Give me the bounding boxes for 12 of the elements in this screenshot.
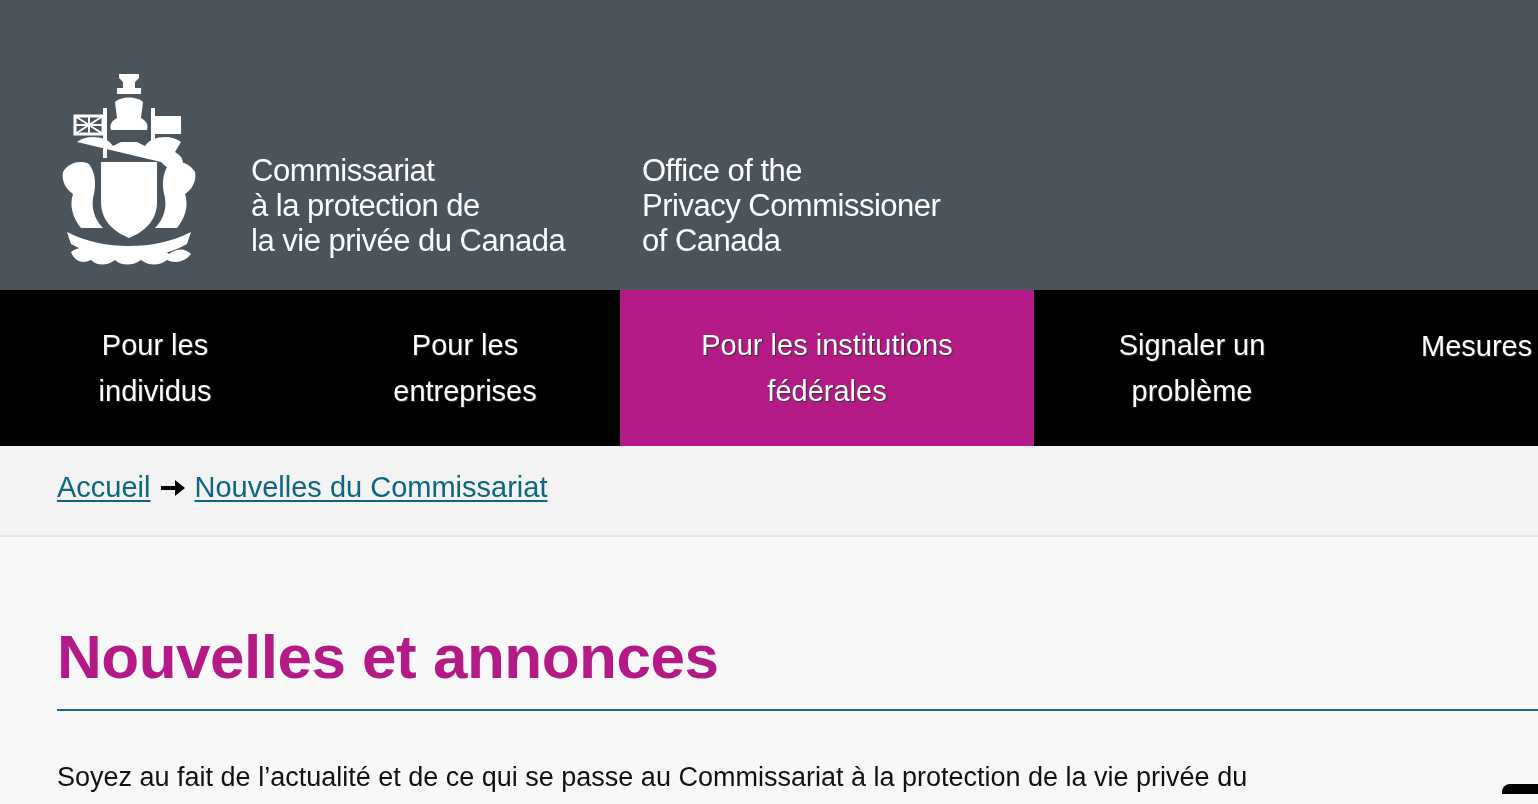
nav-tab[interactable]: Pour les entreprises bbox=[310, 290, 620, 446]
organization-name: Office of the Privacy Commissioner of Canada bbox=[642, 152, 941, 258]
arrow-icon bbox=[160, 479, 185, 496]
breadcrumb-link[interactable]: Nouvelles du Commissariat bbox=[194, 471, 548, 504]
page-title: Nouvelles et annonces bbox=[57, 621, 719, 693]
intro-text: Soyez au fait de l’actualité et de ce qui se passe au Commissariat à la protection de la vie privée du bbox=[57, 761, 1248, 793]
nav-tab[interactable]: Pour les institutions fédérales bbox=[620, 290, 1034, 446]
nav-tab[interactable]: Signaler un problème bbox=[1034, 290, 1350, 446]
nav-tab[interactable]: Pour les individus bbox=[0, 290, 310, 446]
breadcrumb-link[interactable]: Accueil bbox=[57, 471, 151, 504]
nav-tab[interactable]: Mesures bbox=[1350, 290, 1538, 446]
organization-name: Commissariat à la protection de la vie privée du Canada bbox=[251, 152, 567, 258]
